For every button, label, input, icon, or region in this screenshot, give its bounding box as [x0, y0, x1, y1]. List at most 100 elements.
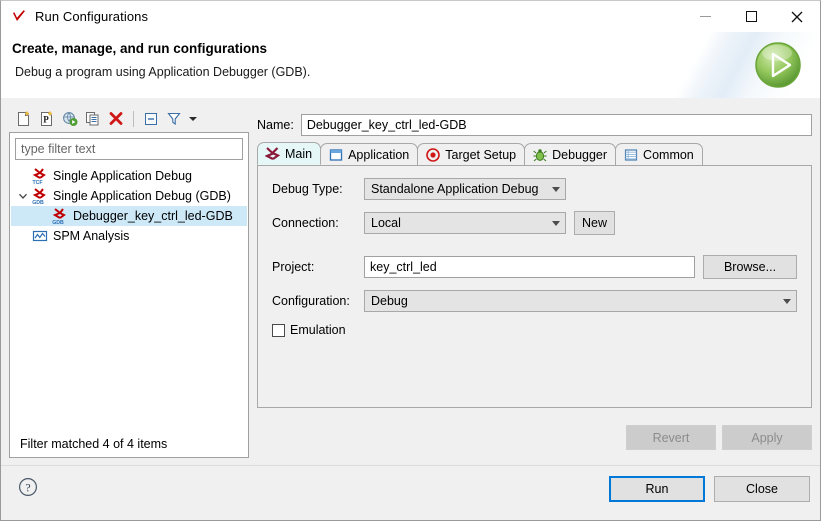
tab-strip: Main Application Target Setup Debugger C… [257, 142, 812, 166]
configuration-editor-panel: Name: Main [257, 106, 812, 458]
tab-label: Main [285, 146, 313, 161]
project-input[interactable] [364, 256, 695, 278]
configurations-tree-box: TCF Single Application Debug [9, 132, 249, 458]
view-menu-icon[interactable] [186, 108, 200, 130]
target-setup-icon [425, 147, 441, 163]
configurations-tree: TCF Single Application Debug GDB Single … [11, 166, 247, 432]
filter-input[interactable] [15, 138, 243, 160]
emulation-checkbox[interactable] [272, 323, 285, 337]
run-configurations-dialog: Run Configurations Create, manage, and r… [0, 0, 821, 521]
toolbar-separator [133, 111, 134, 127]
filter-status-text: Filter matched 4 of 4 items [11, 432, 247, 456]
svg-text:GDB: GDB [52, 220, 64, 225]
export-icon[interactable] [59, 108, 81, 130]
name-row: Name: [257, 114, 812, 136]
filter-icon[interactable] [163, 108, 185, 130]
project-label: Project: [272, 260, 315, 274]
close-icon[interactable] [774, 1, 820, 32]
tab-main[interactable]: Main [257, 142, 322, 165]
svg-text:GDB: GDB [32, 200, 44, 205]
tab-label: Common [643, 147, 694, 162]
duplicate-icon[interactable] [82, 108, 104, 130]
tree-item-label: Single Application Debug [53, 169, 192, 183]
tree-item-label: Single Application Debug (GDB) [53, 189, 231, 203]
footer-buttons: Run Close [609, 476, 810, 502]
tab-label: Debugger [552, 147, 608, 162]
configuration-value: Debug [371, 294, 408, 308]
chevron-down-icon [552, 186, 560, 192]
close-button[interactable]: Close [714, 476, 810, 502]
project-row: Project: Browse... [272, 255, 797, 279]
title-bar: Run Configurations [1, 1, 820, 32]
emulation-row[interactable]: Emulation [272, 323, 346, 337]
tree-item-label: SPM Analysis [53, 229, 130, 243]
footer-separator [1, 465, 820, 466]
maximize-icon[interactable] [728, 1, 774, 32]
window-controls [682, 1, 820, 32]
tab-debugger[interactable]: Debugger [524, 143, 617, 165]
minimize-icon[interactable] [682, 1, 728, 32]
chevron-down-icon [552, 220, 560, 226]
tree-item-single-application-debug-gdb[interactable]: GDB Single Application Debug (GDB) [11, 186, 247, 206]
tree-item-spm-analysis[interactable]: SPM Analysis [11, 226, 247, 246]
gdb-debug-icon: GDB [31, 187, 49, 206]
window-title: Run Configurations [35, 9, 149, 24]
chevron-down-icon[interactable] [15, 186, 31, 206]
browse-project-button[interactable]: Browse... [703, 255, 797, 279]
connection-row: Connection: Local New [272, 211, 615, 235]
configurations-panel: P type filter text TCF Single Applicatio… [9, 106, 249, 458]
page-title: Create, manage, and run configurations [12, 41, 268, 56]
common-tab-icon [623, 147, 639, 163]
connection-value: Local [371, 216, 401, 230]
dialog-footer: ? Run Close [1, 465, 820, 520]
name-input[interactable] [300, 114, 812, 136]
application-tab-icon [328, 147, 344, 163]
debug-type-row: Debug Type: Standalone Application Debug [272, 178, 566, 200]
collapse-all-icon[interactable] [140, 108, 162, 130]
new-configuration-icon[interactable] [13, 108, 35, 130]
dialog-header: Create, manage, and run configurations D… [1, 32, 820, 98]
tree-item-single-application-debug[interactable]: TCF Single Application Debug [11, 166, 247, 186]
tab-target-setup[interactable]: Target Setup [417, 143, 526, 165]
configuration-combo[interactable]: Debug [364, 290, 797, 312]
chevron-down-icon [783, 298, 791, 304]
green-run-arrow-icon [750, 37, 806, 93]
main-tab-content: Debug Type: Standalone Application Debug… [257, 166, 812, 408]
filter-wrap [10, 133, 248, 160]
help-question-icon[interactable]: ? [18, 477, 38, 497]
svg-text:?: ? [25, 482, 30, 494]
tcf-debug-icon: TCF [31, 167, 49, 186]
tab-label: Target Setup [445, 147, 517, 162]
new-connection-button[interactable]: New [574, 211, 615, 235]
tab-label: Application [348, 147, 410, 162]
debug-type-label: Debug Type: [272, 182, 343, 196]
run-button[interactable]: Run [609, 476, 705, 502]
emulation-label: Emulation [290, 323, 346, 337]
tab-application[interactable]: Application [320, 143, 419, 165]
main-tab-icon [264, 146, 281, 162]
apply-button[interactable]: Apply [722, 425, 812, 450]
revert-button[interactable]: Revert [626, 425, 716, 450]
debug-type-combo[interactable]: Standalone Application Debug [364, 178, 566, 200]
run-config-icon [11, 9, 27, 25]
connection-label: Connection: [272, 216, 339, 230]
connection-combo[interactable]: Local [364, 212, 566, 234]
svg-text:TCF: TCF [33, 180, 43, 185]
debugger-bug-icon [532, 147, 548, 163]
configuration-row: Configuration: Debug [272, 290, 797, 312]
configurations-toolbar: P [9, 106, 249, 132]
tree-item-debugger-key-ctrl-led-gdb[interactable]: GDB Debugger_key_ctrl_led-GDB [11, 206, 247, 226]
gdb-debug-icon: GDB [51, 207, 69, 226]
name-label: Name: [257, 118, 294, 132]
delete-icon[interactable] [105, 108, 127, 130]
page-description: Debug a program using Application Debugg… [15, 65, 311, 79]
tab-common[interactable]: Common [615, 143, 703, 165]
new-prototype-icon[interactable]: P [36, 108, 58, 130]
tab-folder: Main Application Target Setup Debugger C… [257, 142, 812, 458]
revert-apply-row: Revert Apply [626, 425, 812, 450]
debug-type-value: Standalone Application Debug [371, 182, 539, 196]
configuration-label: Configuration: [272, 294, 350, 308]
dialog-body: P type filter text TCF Single Applicatio… [1, 98, 820, 520]
svg-text:P: P [43, 115, 49, 125]
spm-analysis-icon [31, 227, 49, 245]
